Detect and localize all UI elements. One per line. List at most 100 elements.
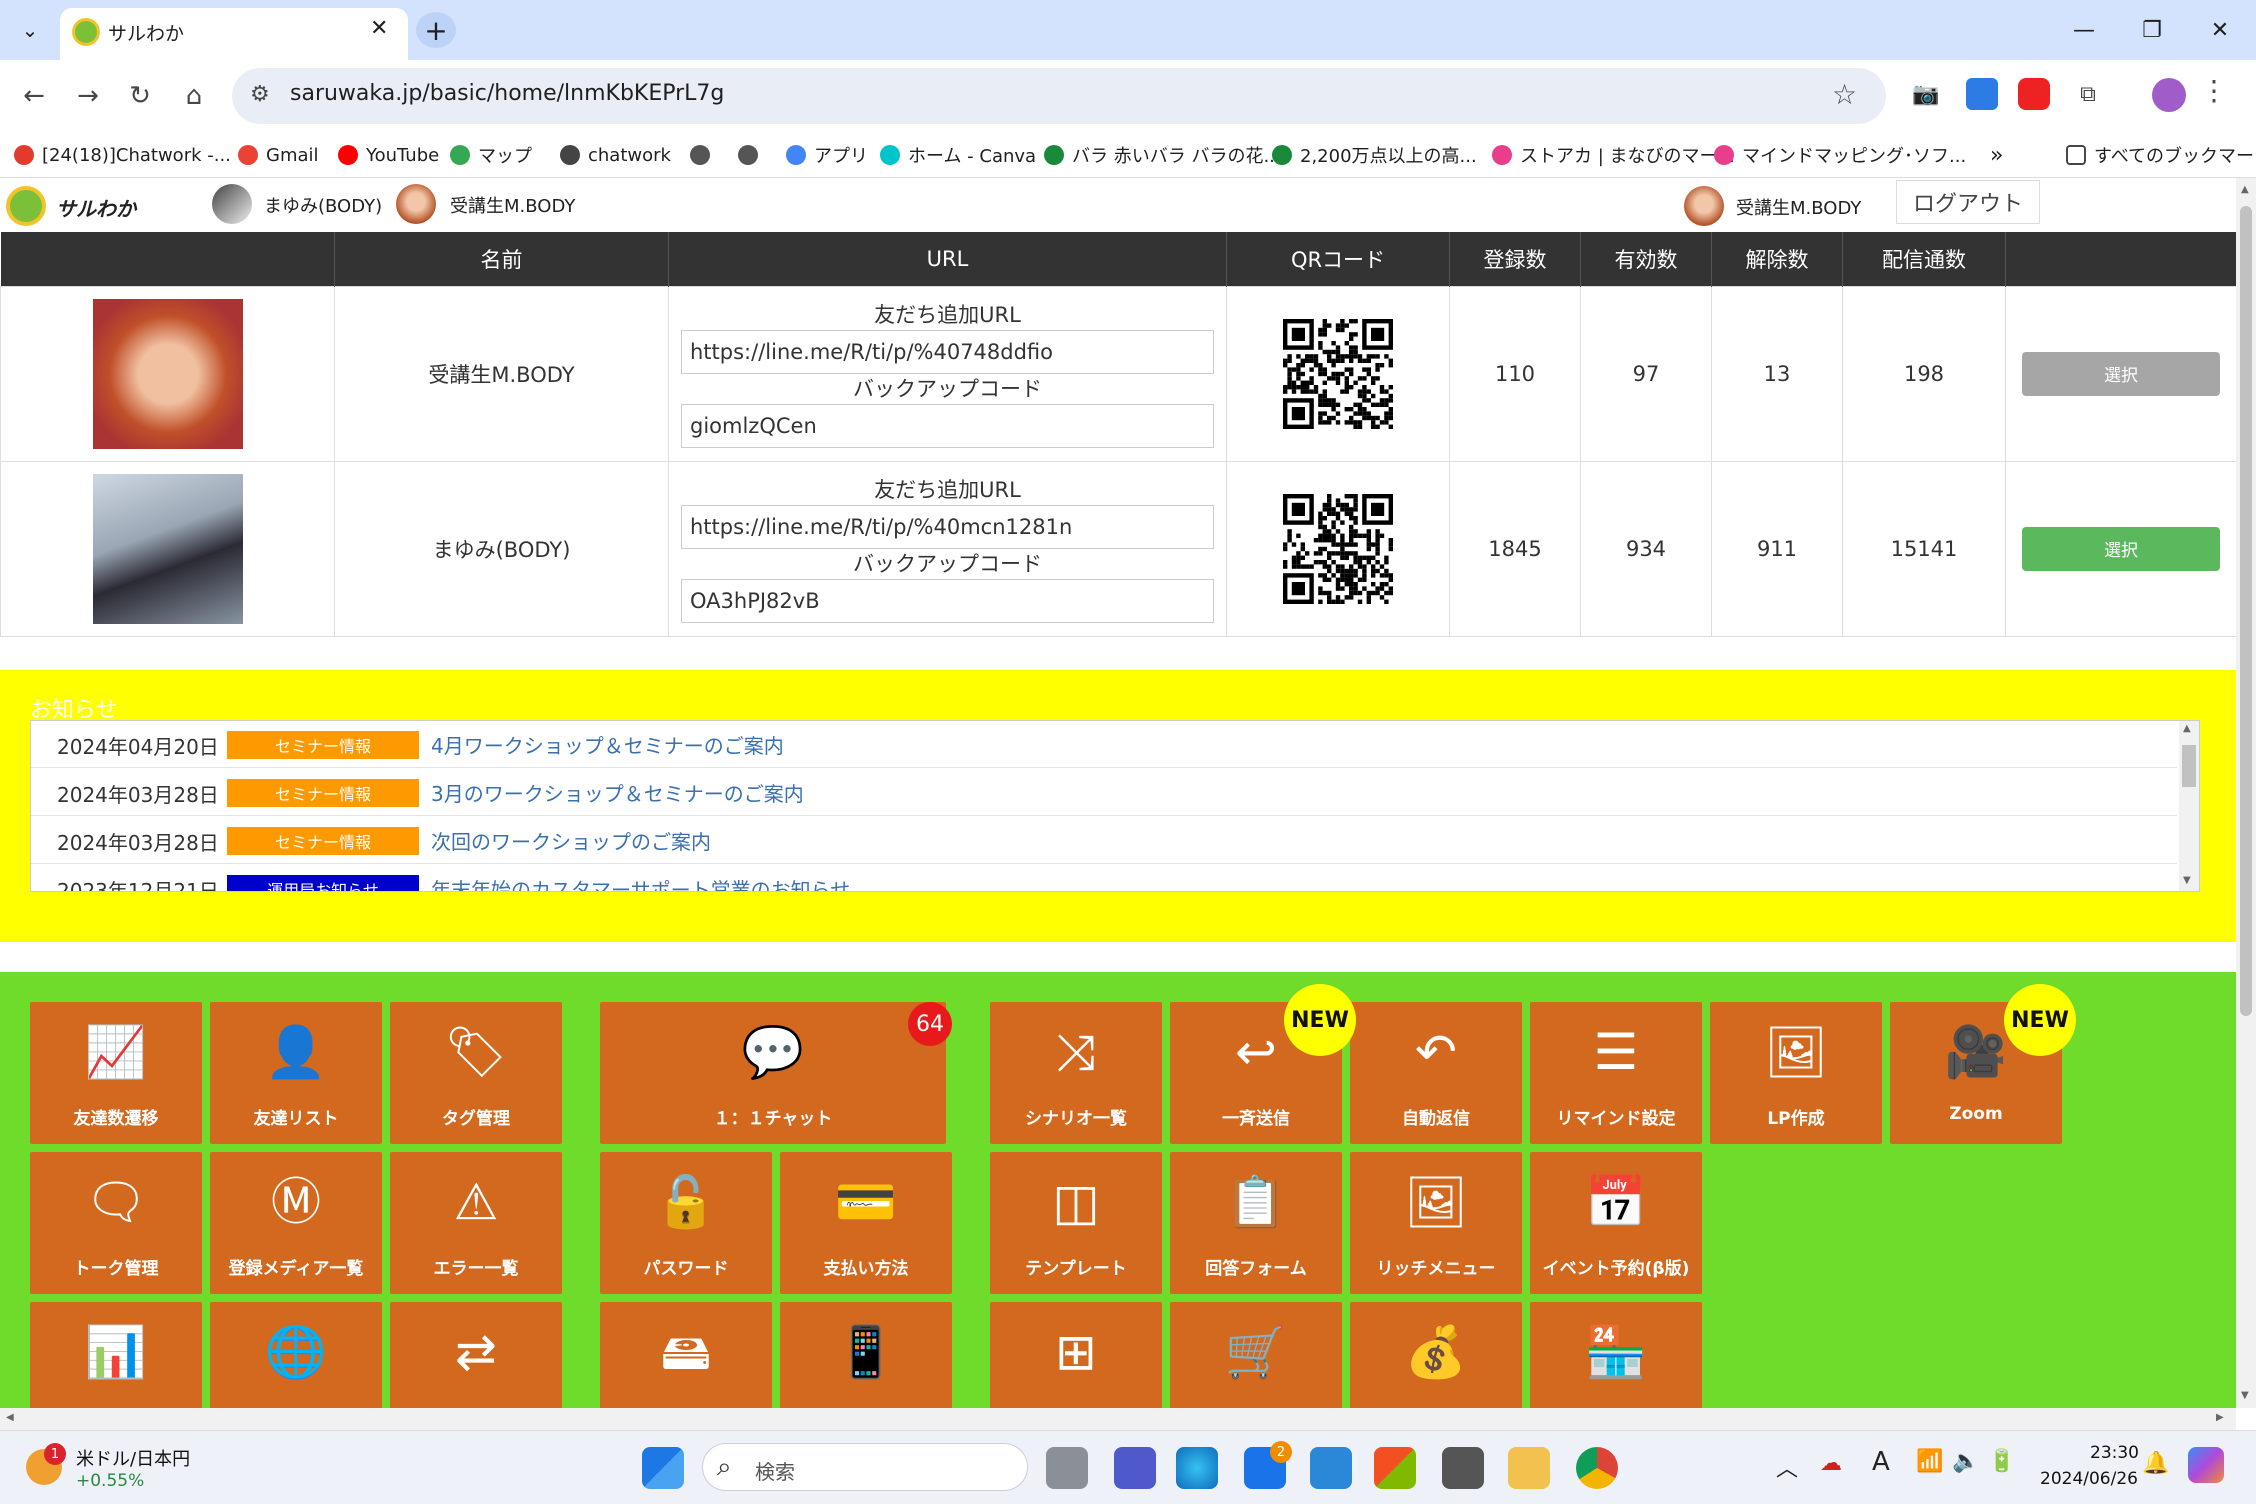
edge-icon[interactable] xyxy=(1176,1447,1218,1489)
more-menu-icon[interactable]: ⋮ xyxy=(2200,74,2228,107)
restore-icon[interactable]: ❐ xyxy=(2124,10,2180,50)
menu-tile[interactable]: 🔓 パスワード xyxy=(600,1152,772,1294)
menu-tile[interactable]: 💰 xyxy=(1350,1302,1522,1408)
scroll-down-icon[interactable]: ▼ xyxy=(2241,1390,2249,1401)
bookmark-item[interactable]: マップ xyxy=(450,140,532,170)
menu-tile[interactable]: ⊞ xyxy=(990,1302,1162,1408)
notice-item[interactable]: 2023年12月21日 運用局お知らせ 年末年始のカスタマーサポート営業のお知ら… xyxy=(31,865,2177,891)
bookmark-item[interactable]: マインドマッピング･ソフ... xyxy=(1714,140,1966,170)
notice-scrollbar[interactable]: ▲ ▼ xyxy=(2179,721,2199,891)
taskbar-search[interactable]: ⌕ 検索 xyxy=(702,1443,1028,1491)
menu-tile[interactable]: 🖼 LP作成 xyxy=(1710,1002,1882,1144)
bookmark-item[interactable]: chatwork xyxy=(560,140,671,170)
account-switch-0[interactable]: まゆみ(BODY) xyxy=(264,192,382,218)
notice-link[interactable]: 次回のワークショップのご案内 xyxy=(431,826,711,855)
menu-tile[interactable]: 🖴 xyxy=(600,1302,772,1408)
tab-search-chevron-icon[interactable]: ⌄ xyxy=(12,12,48,48)
file-explorer-icon[interactable] xyxy=(1508,1447,1550,1489)
tray-overflow-chevron-icon[interactable]: ︿ xyxy=(1776,1451,1798,1483)
widget-title[interactable]: 米ドル/日本円 xyxy=(76,1445,190,1471)
bookmark-item[interactable]: アプリ xyxy=(786,140,868,170)
bookmark-item[interactable]: YouTube xyxy=(338,140,439,170)
wifi-icon[interactable]: 📶 xyxy=(1916,1449,1943,1474)
notice-item[interactable]: 2024年03月28日 セミナー情報 次回のワークショップのご案内 xyxy=(31,817,2177,864)
page-vertical-scrollbar[interactable]: ▲ ▼ xyxy=(2236,178,2256,1408)
bookmark-star-icon[interactable]: ☆ xyxy=(1832,78,1857,111)
extension-screen-icon[interactable] xyxy=(1966,78,1998,110)
extensions-puzzle-icon[interactable]: ⧉ xyxy=(2072,78,2104,110)
scroll-up-icon[interactable]: ▲ xyxy=(2241,184,2249,195)
clock-time[interactable]: 23:30 xyxy=(2090,1443,2139,1463)
select-button[interactable]: 選択 xyxy=(2022,526,2220,571)
app-logo-text[interactable]: サルわか xyxy=(56,193,136,222)
notice-item[interactable]: 2024年04月20日 セミナー情報 4月ワークショップ＆セミナーのご案内 xyxy=(31,721,2177,768)
url-text[interactable]: saruwaka.jp/basic/home/lnmKbKEPrL7g xyxy=(290,81,724,106)
menu-tile[interactable]: ☰ リマインド設定 xyxy=(1530,1002,1702,1144)
windows-start-icon[interactable] xyxy=(642,1447,684,1489)
menu-tile[interactable]: ↶ 自動返信 xyxy=(1350,1002,1522,1144)
page-horizontal-scrollbar[interactable]: ◀ ▶ xyxy=(0,1408,2236,1430)
logout-button[interactable]: ログアウト xyxy=(1896,180,2040,224)
screenshot-camera-icon[interactable]: 📷 xyxy=(1910,78,1942,110)
menu-tile[interactable]: 🏷 タグ管理 xyxy=(390,1002,562,1144)
scroll-left-icon[interactable]: ◀ xyxy=(6,1412,14,1423)
scroll-right-icon[interactable]: ▶ xyxy=(2216,1412,2224,1423)
new-tab-plus-icon[interactable]: + xyxy=(416,12,456,48)
store-app-icon[interactable] xyxy=(1374,1447,1416,1489)
menu-tile[interactable]: 💬 １：１チャット xyxy=(600,1002,946,1144)
home-icon[interactable]: ⌂ xyxy=(172,74,216,118)
window-close-icon[interactable]: ✕ xyxy=(2192,10,2248,50)
page-scroll-thumb[interactable] xyxy=(2240,206,2252,1016)
app-tile-icon[interactable] xyxy=(1442,1447,1484,1489)
notice-list[interactable]: 2024年04月20日 セミナー情報 4月ワークショップ＆セミナーのご案内 20… xyxy=(30,720,2200,892)
menu-tile[interactable]: 📋 回答フォーム xyxy=(1170,1152,1342,1294)
minimize-icon[interactable]: — xyxy=(2056,10,2112,50)
onedrive-icon[interactable] xyxy=(1310,1447,1352,1489)
menu-tile[interactable]: 🛒 xyxy=(1170,1302,1342,1408)
back-arrow-icon[interactable]: ← xyxy=(12,74,56,118)
friend-url-field[interactable]: https://line.me/R/ti/p/%40748ddfio xyxy=(681,329,1214,374)
scroll-up-icon[interactable]: ▲ xyxy=(2183,723,2191,734)
menu-tile[interactable]: ⚠ エラー一覧 xyxy=(390,1152,562,1294)
bookmark-item[interactable]: ストアカ | まなびのマー... xyxy=(1492,140,1735,170)
more-bookmarks-icon[interactable]: » xyxy=(1990,140,2003,170)
menu-tile[interactable]: 🗨 トーク管理 xyxy=(30,1152,202,1294)
all-bookmarks[interactable]: すべてのブックマーク xyxy=(2066,140,2256,170)
menu-tile[interactable]: 🌐 xyxy=(210,1302,382,1408)
battery-icon[interactable]: 🔋 xyxy=(1988,1449,2015,1474)
bookmark-item[interactable]: 2,200万点以上の高... xyxy=(1272,140,1477,170)
extension-youtube-icon[interactable] xyxy=(2018,78,2050,110)
notice-scroll-thumb[interactable] xyxy=(2182,745,2196,787)
ime-indicator[interactable]: A xyxy=(1872,1447,1890,1477)
backup-code-field[interactable]: OA3hPJ82vB xyxy=(681,578,1214,623)
monkey-logo-icon[interactable] xyxy=(6,186,46,226)
site-info-icon[interactable]: ⚙ xyxy=(250,82,270,107)
chrome-icon[interactable] xyxy=(1576,1447,1618,1489)
notice-item[interactable]: 2024年03月28日 セミナー情報 3月のワークショップ＆セミナーのご案内 xyxy=(31,769,2177,816)
scroll-down-icon[interactable]: ▼ xyxy=(2183,875,2191,886)
account-avatar[interactable] xyxy=(396,184,436,224)
volume-icon[interactable]: 🔈 xyxy=(1952,1449,1979,1474)
menu-tile[interactable]: 📅 イベント予約(β版) xyxy=(1530,1152,1702,1294)
notification-bell-icon[interactable]: 🔔 xyxy=(2142,1451,2169,1476)
teams-icon[interactable] xyxy=(1114,1447,1156,1489)
notice-link[interactable]: 年末年始のカスタマーサポート営業のお知らせ xyxy=(431,874,850,891)
account-avatar[interactable] xyxy=(212,184,252,224)
menu-tile[interactable]: Ⓜ 登録メディア一覧 xyxy=(210,1152,382,1294)
friend-url-field[interactable]: https://line.me/R/ti/p/%40mcn1281n xyxy=(681,504,1214,549)
address-bar[interactable]: ⚙ saruwaka.jp/basic/home/lnmKbKEPrL7g ☆ xyxy=(232,68,1886,124)
browser-tab-active[interactable]: サルわか ✕ xyxy=(60,8,408,60)
select-button[interactable]: 選択 xyxy=(2022,351,2220,396)
clock-date[interactable]: 2024/06/26 xyxy=(2040,1469,2138,1489)
notice-link[interactable]: 3月のワークショップ＆セミナーのご案内 xyxy=(431,778,804,807)
reload-icon[interactable]: ↻ xyxy=(118,74,162,118)
menu-tile[interactable]: 👤 友達リスト xyxy=(210,1002,382,1144)
tab-close-icon[interactable]: ✕ xyxy=(370,16,388,41)
task-view-icon[interactable] xyxy=(1046,1447,1088,1489)
bookmark-item[interactable]: バラ 赤いバラ バラの花... xyxy=(1044,140,1281,170)
bookmark-item[interactable]: Gmail xyxy=(238,140,319,170)
menu-tile[interactable]: ⇄ xyxy=(390,1302,562,1408)
copilot-icon[interactable] xyxy=(2188,1447,2224,1483)
menu-tile[interactable]: 🖼 リッチメニュー xyxy=(1350,1152,1522,1294)
backup-code-field[interactable]: giomlzQCen xyxy=(681,403,1214,448)
